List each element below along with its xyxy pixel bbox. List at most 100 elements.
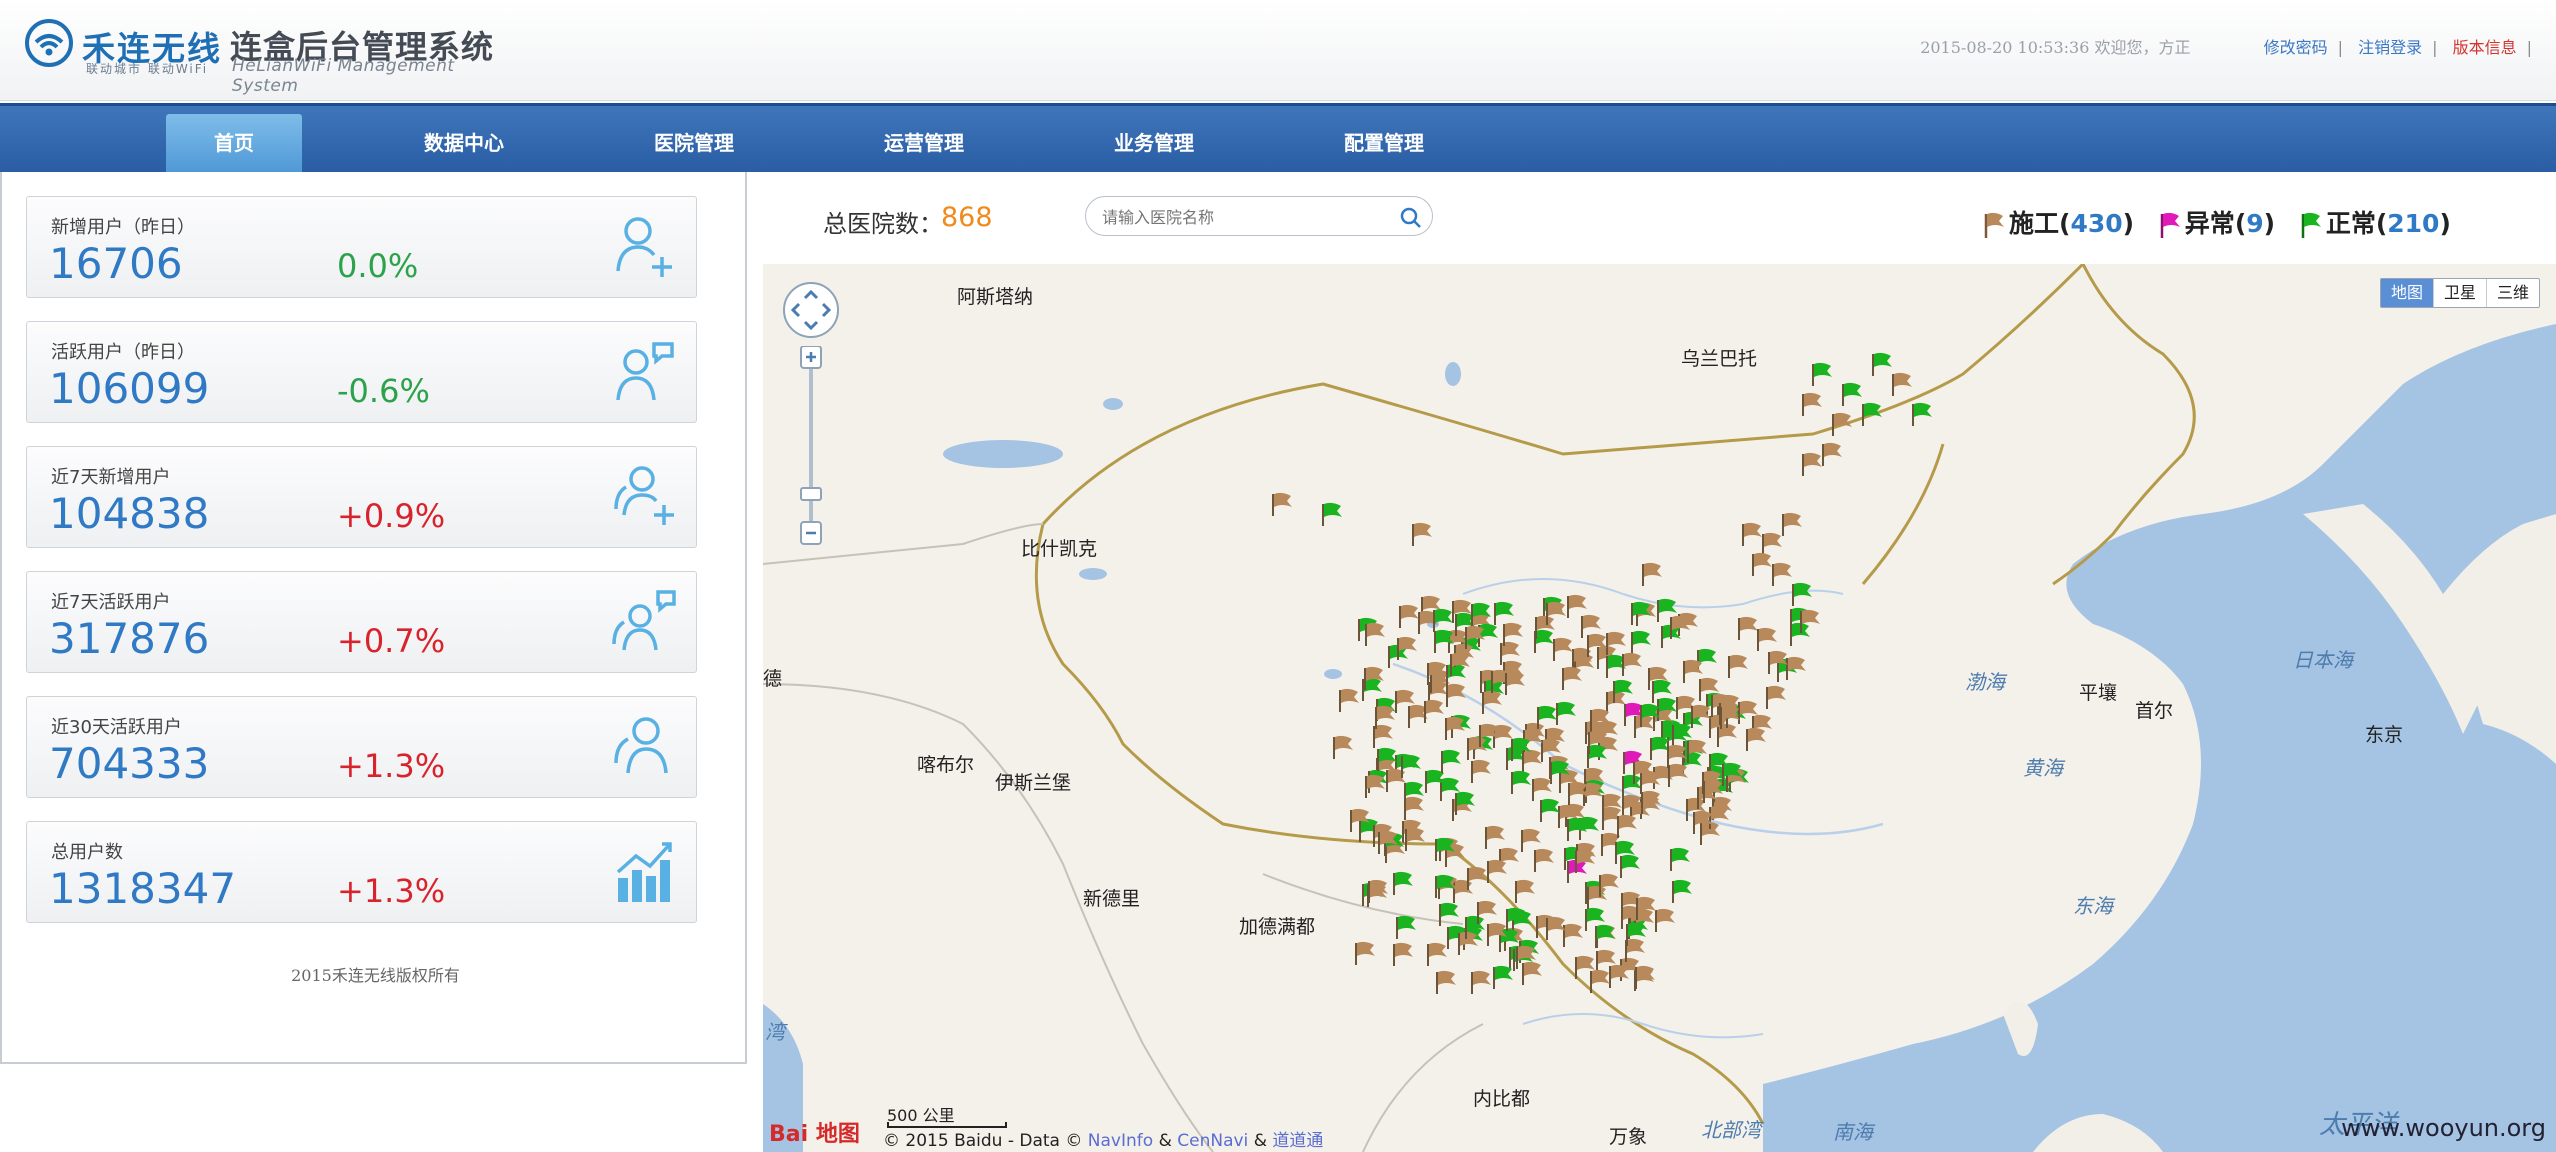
hospital-flag-marker bbox=[1642, 562, 1662, 586]
pan-control[interactable] bbox=[783, 282, 839, 338]
nav-business-management[interactable]: 业务管理 bbox=[1086, 114, 1222, 175]
stat-label: 近30天活跃用户 bbox=[51, 717, 182, 738]
baidu-map-logo[interactable]: Bai 地图 bbox=[769, 1116, 860, 1148]
hospital-flag-marker bbox=[1682, 751, 1702, 775]
hospital-flag-marker bbox=[1562, 666, 1582, 690]
stat-card-active-users-yesterday[interactable]: 活跃用户（昨日） 106099 -0.6% bbox=[26, 321, 697, 423]
hospital-flag-marker bbox=[1393, 942, 1413, 966]
logout-link[interactable]: 注销登录 bbox=[2358, 34, 2422, 58]
hospital-flag-marker bbox=[1553, 637, 1573, 661]
change-password-link[interactable]: 修改密码 bbox=[2264, 34, 2328, 58]
hospital-flag-marker bbox=[1522, 961, 1542, 985]
hospital-flag-marker bbox=[1365, 622, 1385, 646]
map-type-switch: 地图 卫星 三维 bbox=[2379, 278, 2540, 308]
hospital-flag-marker bbox=[1634, 714, 1654, 738]
sea-label: 湾 bbox=[765, 1020, 785, 1044]
nav-home[interactable]: 首页 bbox=[166, 114, 302, 175]
stat-value: 1318347 bbox=[49, 864, 237, 913]
map-type-3d[interactable]: 三维 bbox=[2485, 279, 2539, 307]
map-copyright-amp: & bbox=[1253, 1131, 1267, 1151]
stat-card-new-users-yesterday[interactable]: 新增用户（昨日） 16706 0.0% bbox=[26, 196, 697, 298]
city-label: 万象 bbox=[1609, 1126, 1648, 1148]
hospital-flag-marker bbox=[1822, 442, 1842, 466]
stat-change: +1.3% bbox=[337, 747, 446, 785]
daodaotong-link[interactable]: 道道通 bbox=[1272, 1131, 1323, 1151]
map-type-map[interactable]: 地图 bbox=[2380, 279, 2433, 307]
stat-label: 近7天新增用户 bbox=[51, 467, 171, 488]
legend-normal[interactable]: 正常(210) bbox=[2298, 204, 2451, 240]
flag-icon bbox=[1984, 212, 2004, 238]
city-label: 阿斯塔纳 bbox=[957, 286, 1034, 308]
sea-label: 东海 bbox=[2073, 894, 2113, 918]
stat-card-30day-active-users[interactable]: 近30天活跃用户 704333 +1.3% bbox=[26, 696, 697, 798]
flag-icon bbox=[2160, 212, 2180, 238]
hospital-flag-marker bbox=[1587, 885, 1607, 909]
hospital-flag-marker bbox=[1445, 716, 1465, 740]
hospital-flag-marker bbox=[1467, 866, 1487, 890]
hospital-flag-marker bbox=[1386, 768, 1406, 792]
zoom-slider[interactable] bbox=[800, 346, 822, 546]
cennavi-link[interactable]: CenNavi bbox=[1177, 1131, 1248, 1151]
hospital-map[interactable]: 阿斯塔纳 乌兰巴托 比什凯克 喀布尔 伊斯兰堡 新德里 加德满都 平壤 首尔 东… bbox=[763, 264, 2556, 1152]
hospital-flag-marker bbox=[1563, 923, 1583, 947]
hospital-flag-marker bbox=[1453, 879, 1473, 903]
stat-card-7day-new-users[interactable]: 近7天新增用户 104838 +0.9% bbox=[26, 446, 697, 548]
watermark: www.wooyun.org bbox=[2341, 1114, 2546, 1142]
add-user-icon bbox=[616, 217, 672, 277]
search-icon[interactable] bbox=[1398, 205, 1424, 231]
hospital-flag-marker bbox=[1746, 727, 1766, 751]
hospital-flag-marker bbox=[1436, 970, 1456, 994]
version-info-link[interactable]: 版本信息 bbox=[2453, 34, 2517, 58]
hospital-flag-marker bbox=[1487, 859, 1507, 883]
map-type-satellite[interactable]: 卫星 bbox=[2432, 279, 2486, 307]
city-label: 比什凯克 bbox=[1021, 538, 1098, 560]
users-icon bbox=[614, 717, 668, 774]
stat-card-7day-active-users[interactable]: 近7天活跃用户 317876 +0.7% bbox=[26, 571, 697, 673]
legend-label: 正常 bbox=[2325, 209, 2376, 238]
hospital-flag-marker bbox=[1393, 871, 1413, 895]
hospital-flag-marker bbox=[1802, 452, 1822, 476]
hospital-flag-marker bbox=[1617, 814, 1637, 838]
stat-card-total-users[interactable]: 总用户数 1318347 +1.3% bbox=[26, 821, 697, 923]
hospital-flag-marker bbox=[1738, 616, 1758, 640]
hospital-flag-marker bbox=[1792, 582, 1812, 606]
hospital-flag-marker bbox=[1532, 777, 1552, 801]
pan-arrows-icon bbox=[790, 289, 832, 331]
city-label: 新德里 bbox=[1083, 888, 1141, 910]
nav-config-management[interactable]: 配置管理 bbox=[1316, 114, 1452, 175]
hospital-flag-marker bbox=[1567, 594, 1587, 618]
hospital-flag-marker bbox=[1590, 969, 1610, 993]
legend-abnormal[interactable]: 异常(9) bbox=[2157, 204, 2275, 240]
stat-label: 近7天活跃用户 bbox=[51, 592, 171, 613]
hospital-flag-marker bbox=[1521, 828, 1541, 852]
hospital-search-input[interactable] bbox=[1102, 205, 1382, 229]
nav-data-center[interactable]: 数据中心 bbox=[396, 114, 532, 175]
hospital-flag-marker bbox=[1609, 964, 1629, 988]
hospital-flag-marker bbox=[1365, 774, 1385, 798]
hospital-flag-marker bbox=[1399, 604, 1419, 628]
hospital-search[interactable] bbox=[1085, 196, 1433, 236]
stat-change: 0.0% bbox=[337, 247, 419, 285]
total-hospitals-value: 868 bbox=[941, 202, 993, 233]
flag-icon bbox=[2301, 212, 2321, 238]
nav-hospital-management[interactable]: 医院管理 bbox=[626, 114, 762, 175]
hospital-flag-marker bbox=[1668, 763, 1688, 787]
nav-operations-management[interactable]: 运营管理 bbox=[856, 114, 992, 175]
stat-value: 106099 bbox=[49, 364, 210, 413]
logo[interactable]: 禾连无线 联动城市 联动WiFi 连盒后台管理系统 HeLianWiFi Man… bbox=[24, 18, 494, 96]
hospital-flag-marker bbox=[1458, 931, 1478, 955]
sea-label: 渤海 bbox=[1965, 670, 2005, 694]
legend-construction[interactable]: 施工(430) bbox=[1981, 204, 2134, 240]
hospital-flag-marker bbox=[1772, 562, 1792, 586]
city-label: 德 bbox=[763, 668, 783, 690]
hospital-flag-marker bbox=[1567, 817, 1587, 841]
hospital-flag-marker bbox=[1786, 656, 1806, 680]
separator: | bbox=[2526, 38, 2532, 57]
hospital-flag-marker bbox=[1322, 502, 1342, 526]
hospital-flag-marker bbox=[1424, 699, 1444, 723]
map-copyright: © 2015 Baidu - Data © NavInfo & CenNavi … bbox=[883, 1126, 1323, 1151]
hospital-flag-marker bbox=[1441, 749, 1461, 773]
hospital-flag-marker bbox=[1505, 671, 1525, 695]
hospital-flag-marker bbox=[1355, 941, 1375, 965]
navinfo-link[interactable]: NavInfo bbox=[1088, 1131, 1153, 1151]
